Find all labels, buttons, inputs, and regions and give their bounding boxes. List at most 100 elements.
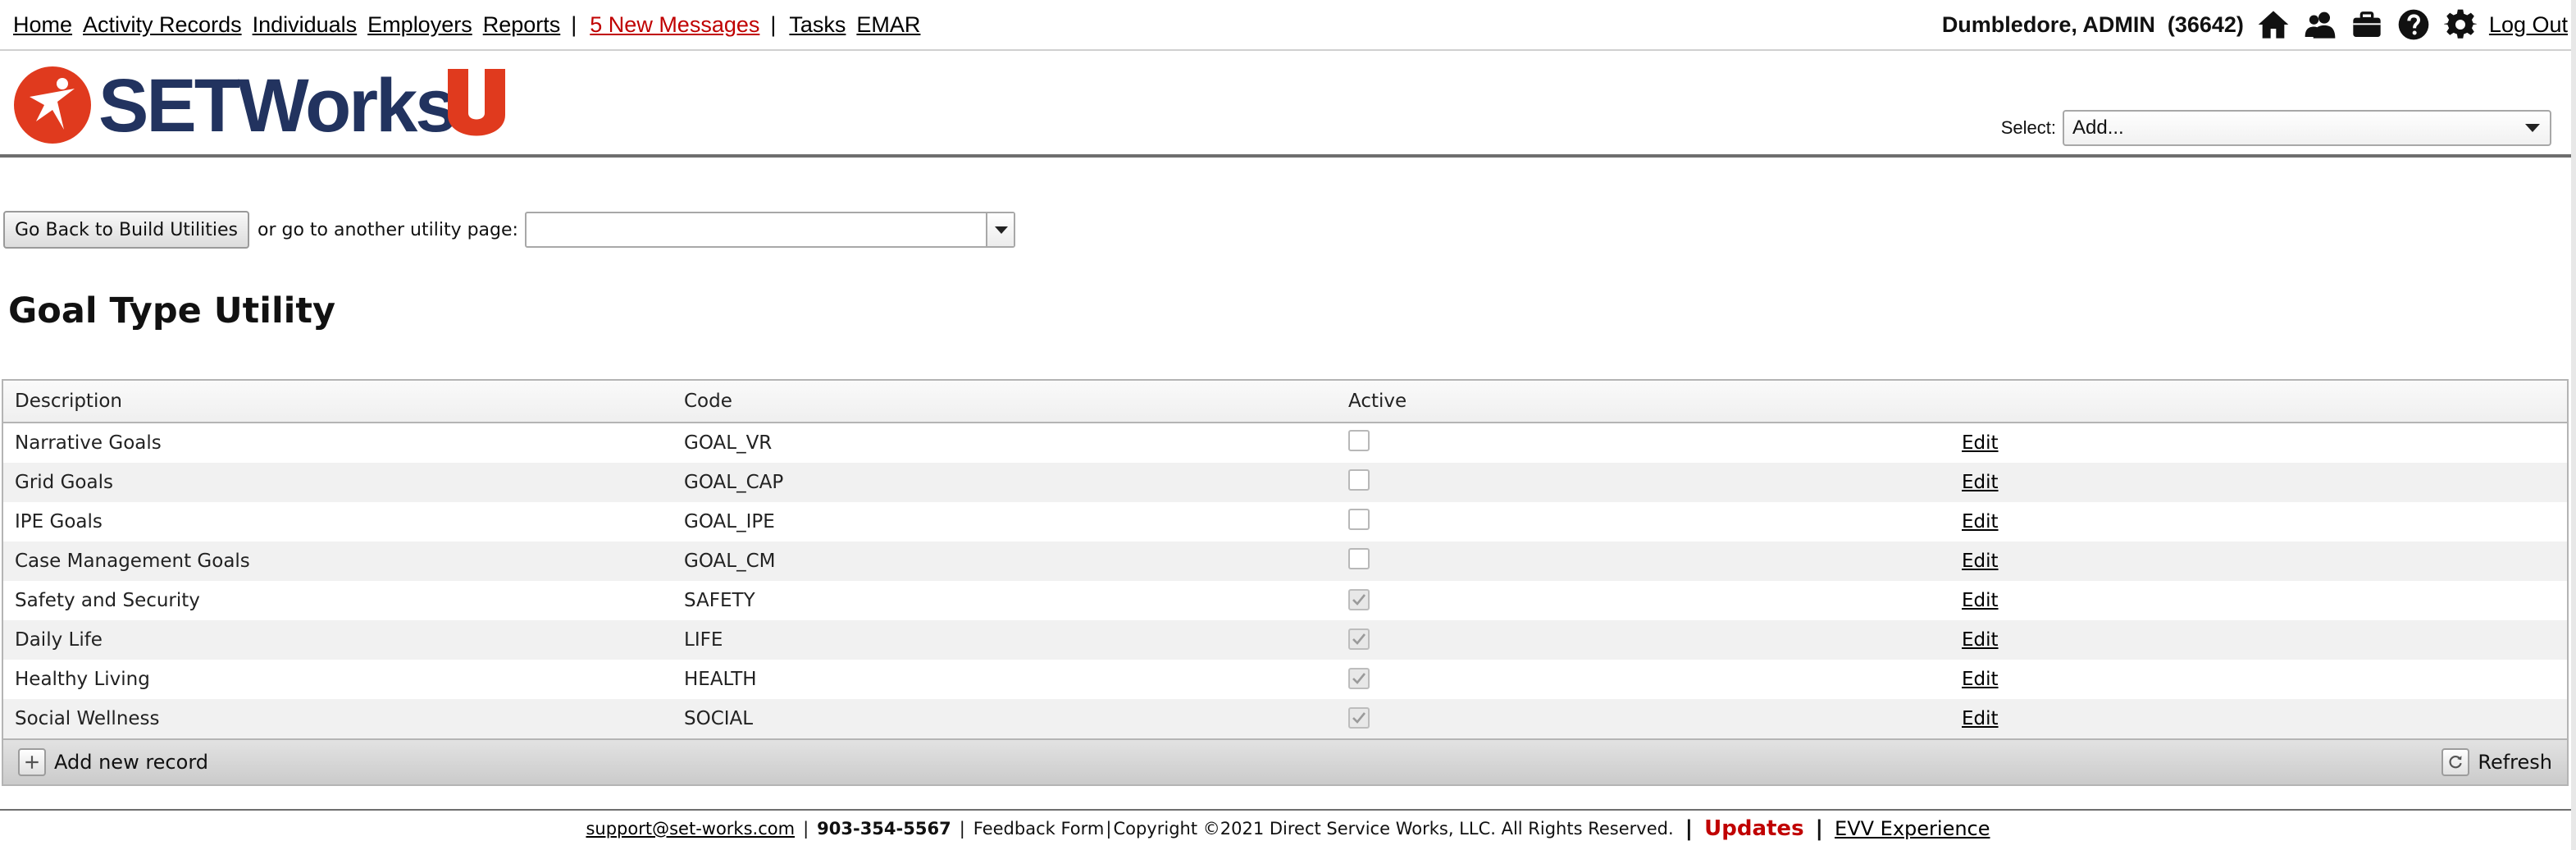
cell-edit: Edit (1962, 708, 2536, 729)
footer-separator: | (803, 819, 809, 839)
nav-home[interactable]: Home (13, 12, 72, 38)
edit-link[interactable]: Edit (1962, 551, 1999, 572)
gear-icon[interactable] (2442, 7, 2478, 43)
active-checkbox[interactable] (1348, 469, 1370, 491)
active-checkbox[interactable] (1348, 430, 1370, 451)
grid-header: Description Code Active (3, 381, 2567, 423)
nav-emar[interactable]: EMAR (856, 12, 920, 38)
copyright-text: Copyright ©2021 Direct Service Works, LL… (1113, 819, 1674, 839)
cell-active (1342, 509, 1962, 535)
cell-description: Grid Goals (15, 472, 113, 493)
table-row[interactable]: Grid Goals GOAL_CAP Edit (3, 463, 2567, 502)
edit-link[interactable]: Edit (1962, 511, 1999, 532)
grid-body: Narrative Goals GOAL_VR Edit Grid Goals GOAL… (3, 423, 2567, 738)
cell-code: GOAL_CAP (684, 472, 784, 493)
support-email-link[interactable]: support@set-works.com (586, 819, 795, 839)
table-row[interactable]: Safety and Security SAFETY Edit (3, 581, 2567, 620)
edit-link[interactable]: Edit (1962, 629, 1999, 651)
add-select[interactable]: Add... (2063, 110, 2551, 146)
cell-edit: Edit (1962, 432, 2536, 454)
cell-edit: Edit (1962, 511, 2536, 532)
logo-wordmark: SETWorks (98, 64, 454, 146)
utility-bar: Go Back to Build Utilities or go to anot… (3, 210, 1015, 249)
active-checkbox[interactable] (1348, 628, 1370, 650)
cell-active (1342, 706, 1962, 731)
cell-active (1342, 588, 1962, 613)
footer-divider (0, 809, 2576, 811)
footer-separator: | (1106, 819, 1112, 839)
help-icon[interactable] (2396, 7, 2432, 43)
page-scrollbar[interactable] (2571, 0, 2576, 850)
cell-code: GOAL_VR (684, 432, 773, 454)
nav-individuals[interactable]: Individuals (253, 12, 358, 38)
nav-employers[interactable]: Employers (367, 12, 472, 38)
cell-code: GOAL_CM (684, 551, 776, 572)
edit-link[interactable]: Edit (1962, 472, 1999, 493)
users-icon[interactable] (2302, 7, 2338, 43)
briefcase-icon[interactable] (2349, 7, 2385, 43)
cell-code: SOCIAL (684, 708, 754, 729)
cell-edit: Edit (1962, 629, 2536, 651)
header: SETWorks Select: Add... (0, 51, 2576, 158)
cell-active (1342, 469, 1962, 496)
active-checkbox[interactable] (1348, 706, 1370, 729)
table-row[interactable]: Healthy Living HEALTH Edit (3, 660, 2567, 699)
select-label: Select: (2000, 117, 2056, 138)
setworks-logo[interactable]: SETWorks (13, 64, 513, 146)
active-checkbox[interactable] (1348, 509, 1370, 530)
column-header-code[interactable]: Code (672, 391, 1342, 412)
nav-activity-records[interactable]: Activity Records (83, 12, 242, 38)
cell-code: HEALTH (684, 669, 757, 690)
nav-tasks[interactable]: Tasks (789, 12, 846, 38)
table-row[interactable]: Social Wellness SOCIAL Edit (3, 699, 2567, 738)
nav-separator: | (571, 11, 577, 37)
home-icon[interactable] (2255, 7, 2291, 43)
add-new-record-label: Add new record (54, 751, 208, 774)
cell-edit: Edit (1962, 551, 2536, 572)
table-row[interactable]: Narrative Goals GOAL_VR Edit (3, 423, 2567, 463)
edit-link[interactable]: Edit (1962, 432, 1999, 454)
column-header-description[interactable]: Description (3, 391, 672, 412)
footer-separator: | (1815, 816, 1824, 841)
grid-toolbar: Add new record Refresh (3, 738, 2567, 784)
nav-new-messages[interactable]: 5 New Messages (590, 12, 759, 38)
footer-separator: | (1685, 816, 1694, 841)
footer-separator: | (959, 819, 965, 839)
add-new-record-button[interactable]: Add new record (18, 748, 208, 776)
user-name: Dumbledore, ADMIN (36642) (1941, 11, 2244, 37)
cell-description: Social Wellness (15, 708, 160, 729)
page-title: Goal Type Utility (8, 290, 336, 331)
evv-experience-link[interactable]: EVV Experience (1835, 817, 1990, 840)
add-select-group: Select: Add... (2001, 110, 2551, 146)
edit-link[interactable]: Edit (1962, 669, 1999, 690)
chevron-down-icon[interactable] (985, 213, 1014, 246)
main-menu: Home Activity Records Individuals Employ… (13, 10, 931, 39)
plus-icon (18, 748, 46, 776)
top-nav: Home Activity Records Individuals Employ… (0, 0, 2576, 51)
cell-code: GOAL_IPE (684, 511, 775, 532)
back-to-build-utilities-button[interactable]: Go Back to Build Utilities (3, 211, 250, 249)
logout-link[interactable]: Log Out (2489, 12, 2568, 38)
active-checkbox[interactable] (1348, 667, 1370, 689)
feedback-form-link[interactable]: Feedback Form (973, 819, 1105, 839)
active-checkbox[interactable] (1348, 548, 1370, 569)
table-row[interactable]: Case Management Goals GOAL_CM Edit (3, 542, 2567, 581)
cell-description: Narrative Goals (15, 432, 162, 454)
goto-utility-label: or go to another utility page: (258, 219, 518, 240)
utility-page-combo[interactable] (524, 212, 1015, 248)
table-row[interactable]: IPE Goals GOAL_IPE Edit (3, 502, 2567, 542)
refresh-label: Refresh (2478, 751, 2552, 774)
updates-link[interactable]: Updates (1704, 816, 1803, 841)
edit-link[interactable]: Edit (1962, 708, 1999, 729)
edit-link[interactable]: Edit (1962, 590, 1999, 611)
refresh-button[interactable]: Refresh (2442, 748, 2552, 776)
nav-reports[interactable]: Reports (483, 12, 561, 38)
cell-active (1342, 430, 1962, 456)
table-row[interactable]: Daily Life LIFE Edit (3, 620, 2567, 660)
chevron-down-icon (2525, 124, 2540, 132)
cell-code: SAFETY (684, 590, 755, 611)
column-header-active[interactable]: Active (1342, 391, 1962, 412)
cell-edit: Edit (1962, 669, 2536, 690)
cell-code: LIFE (684, 629, 723, 651)
active-checkbox[interactable] (1348, 588, 1370, 610)
